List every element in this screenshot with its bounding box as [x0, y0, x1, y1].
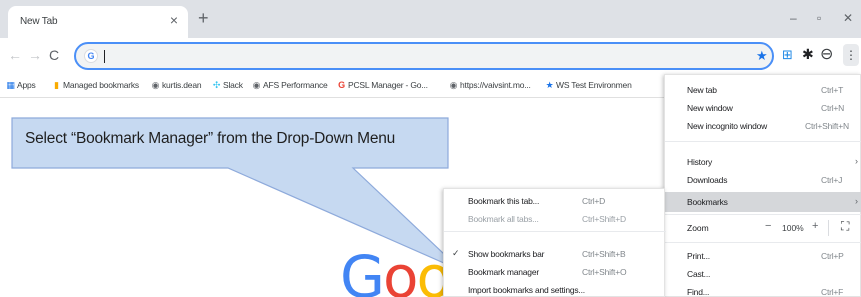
- menu-item-print[interactable]: Print... Ctrl+P: [665, 247, 861, 265]
- menu-item-bookmark-this-tab[interactable]: Bookmark this tab... Ctrl+D: [444, 192, 666, 210]
- menu-item-history[interactable]: History ›: [665, 153, 861, 171]
- menu-separator: [444, 231, 666, 232]
- menu-item-find[interactable]: Find... Ctrl+F: [665, 283, 861, 297]
- zoom-level: 100%: [782, 223, 804, 233]
- chrome-main-menu: New tab Ctrl+T New window Ctrl+N New inc…: [664, 74, 861, 297]
- zoom-in-button[interactable]: +: [812, 220, 818, 232]
- menu-item-new-incognito[interactable]: New incognito window Ctrl+Shift+N: [665, 117, 861, 135]
- menu-separator: [665, 214, 861, 215]
- fullscreen-icon[interactable]: ⛶: [841, 219, 849, 234]
- menu-item-new-tab[interactable]: New tab Ctrl+T: [665, 81, 861, 99]
- menu-item-bookmarks[interactable]: Bookmarks ›: [665, 192, 861, 212]
- menu-item-show-bookmarks-bar[interactable]: ✓ Show bookmarks bar Ctrl+Shift+B: [444, 245, 666, 263]
- bookmarks-submenu: Bookmark this tab... Ctrl+D Bookmark all…: [443, 188, 666, 297]
- submenu-arrow-icon: ›: [855, 156, 858, 166]
- submenu-arrow-icon: ›: [855, 196, 858, 206]
- menu-item-downloads[interactable]: Downloads Ctrl+J: [665, 171, 861, 189]
- menu-separator: [665, 242, 861, 243]
- menu-separator: [665, 141, 861, 142]
- menu-item-new-window[interactable]: New window Ctrl+N: [665, 99, 861, 117]
- checkmark-icon: ✓: [452, 248, 460, 258]
- menu-item-bookmark-all-tabs[interactable]: Bookmark all tabs... Ctrl+Shift+D: [444, 210, 666, 228]
- menu-item-bookmark-manager[interactable]: Bookmark manager Ctrl+Shift+O: [444, 263, 666, 281]
- menu-item-import-bookmarks[interactable]: Import bookmarks and settings...: [444, 281, 666, 297]
- callout-text: Select “Bookmark Manager” from the Drop-…: [25, 130, 396, 147]
- menu-item-cast[interactable]: Cast...: [665, 265, 861, 283]
- zoom-out-button[interactable]: −: [765, 220, 771, 232]
- zoom-divider: [828, 220, 829, 236]
- menu-zoom-row: Zoom − 100% + ⛶: [665, 217, 861, 239]
